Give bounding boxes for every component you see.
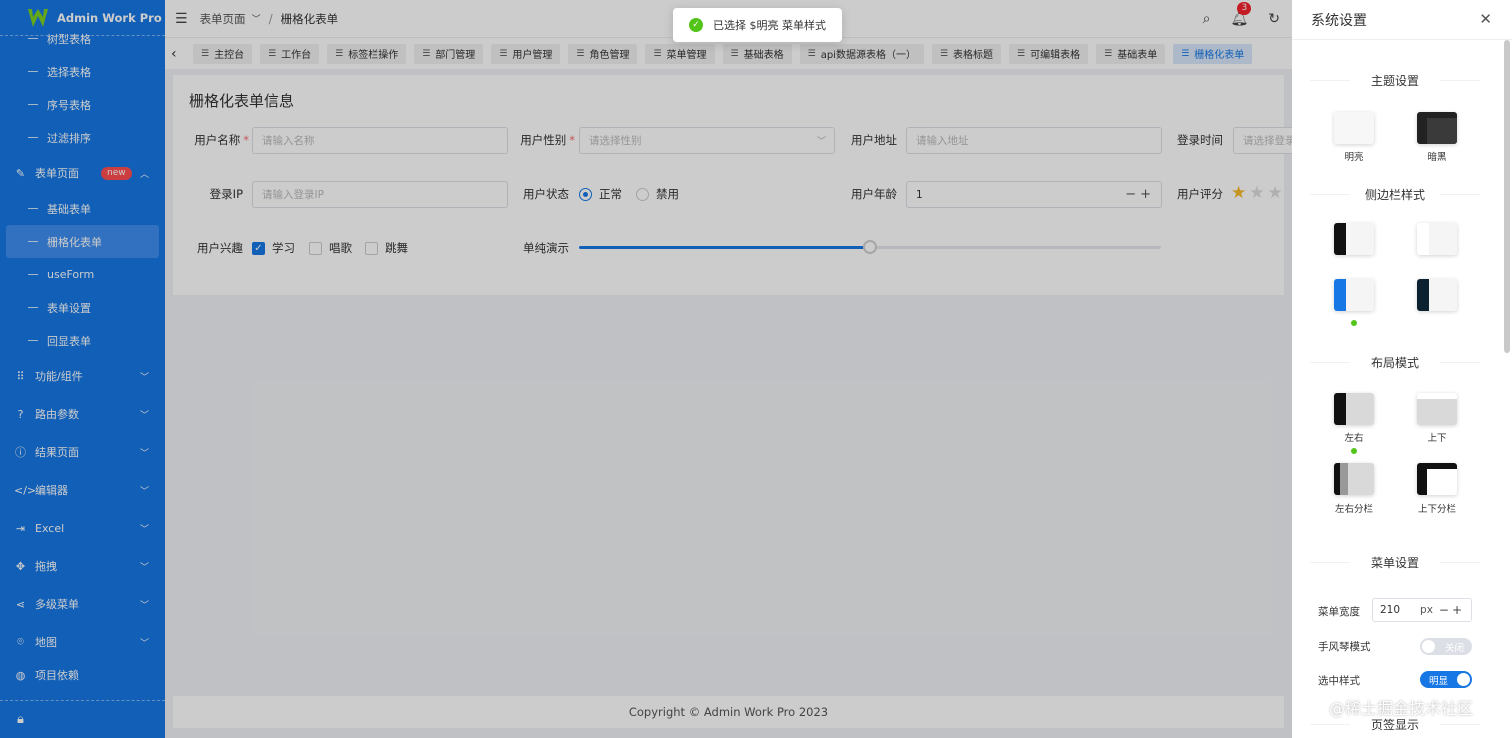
switch-knob [1422, 640, 1435, 653]
layout-lr-caption: 左右 [1344, 433, 1364, 444]
theme-light-caption: 明亮 [1344, 152, 1364, 163]
sidebar-style-image-option[interactable] [1417, 279, 1457, 311]
switch-text: 明显 [1429, 675, 1449, 687]
accordion-switch[interactable]: 关闭 [1420, 638, 1472, 655]
drawer-mask[interactable] [0, 0, 1292, 738]
menu-width-value: 210 [1380, 604, 1401, 616]
layout-tb-split-option[interactable] [1417, 463, 1457, 495]
layout-tb-split-caption: 上下分栏 [1417, 504, 1456, 515]
success-toast: ✓ 已选择 $明亮 菜单样式 [673, 8, 842, 42]
menu-width-input[interactable]: 210 px −+ [1372, 598, 1472, 622]
switch-knob [1457, 673, 1470, 686]
layout-lr-split-caption: 左右分栏 [1334, 504, 1373, 515]
accordion-label: 手风琴模式 [1318, 641, 1371, 653]
menu-width-label: 菜单宽度 [1318, 606, 1360, 618]
drawer-header: 系统设置 ✕ [1292, 0, 1512, 40]
theme-dark-caption: 暗黑 [1427, 152, 1447, 163]
sidebar-style-dark-option[interactable] [1334, 223, 1374, 255]
selected-style-label: 选中样式 [1318, 675, 1360, 687]
sidebar-style-section-title: 侧边栏样式 [1300, 186, 1490, 203]
watermark: @稀土掘金技术社区 [1329, 699, 1474, 718]
layout-tb-option[interactable] [1417, 393, 1457, 425]
settings-drawer: 系统设置 ✕ 主题设置 明亮 暗黑 侧边栏样式 布局模式 左右 上下 左右分栏 … [1292, 0, 1512, 738]
menu-width-unit: px [1420, 604, 1433, 616]
sidebar-style-light-option[interactable] [1417, 223, 1457, 255]
theme-light-option[interactable] [1334, 112, 1374, 144]
drawer-scrollbar[interactable] [1504, 40, 1510, 353]
sidebar-style-blue-option[interactable] [1334, 279, 1374, 311]
selected-indicator [1351, 320, 1357, 326]
theme-dark-option[interactable] [1417, 112, 1457, 144]
switch-text: 关闭 [1444, 642, 1464, 654]
menu-width-stepper[interactable]: −+ [1439, 603, 1465, 617]
layout-lr-split-option[interactable] [1334, 463, 1374, 495]
selected-indicator [1351, 448, 1357, 454]
layout-section-title: 布局模式 [1300, 354, 1490, 371]
close-icon[interactable]: ✕ [1479, 10, 1492, 28]
check-circle-icon: ✓ [689, 18, 703, 32]
theme-section-title: 主题设置 [1300, 72, 1490, 89]
layout-lr-option[interactable] [1334, 393, 1374, 425]
drawer-title: 系统设置 [1311, 12, 1367, 29]
toast-text: 已选择 $明亮 菜单样式 [713, 19, 826, 32]
layout-tb-caption: 上下 [1427, 433, 1447, 444]
selected-style-switch[interactable]: 明显 [1420, 671, 1472, 688]
menu-section-title: 菜单设置 [1300, 554, 1490, 571]
